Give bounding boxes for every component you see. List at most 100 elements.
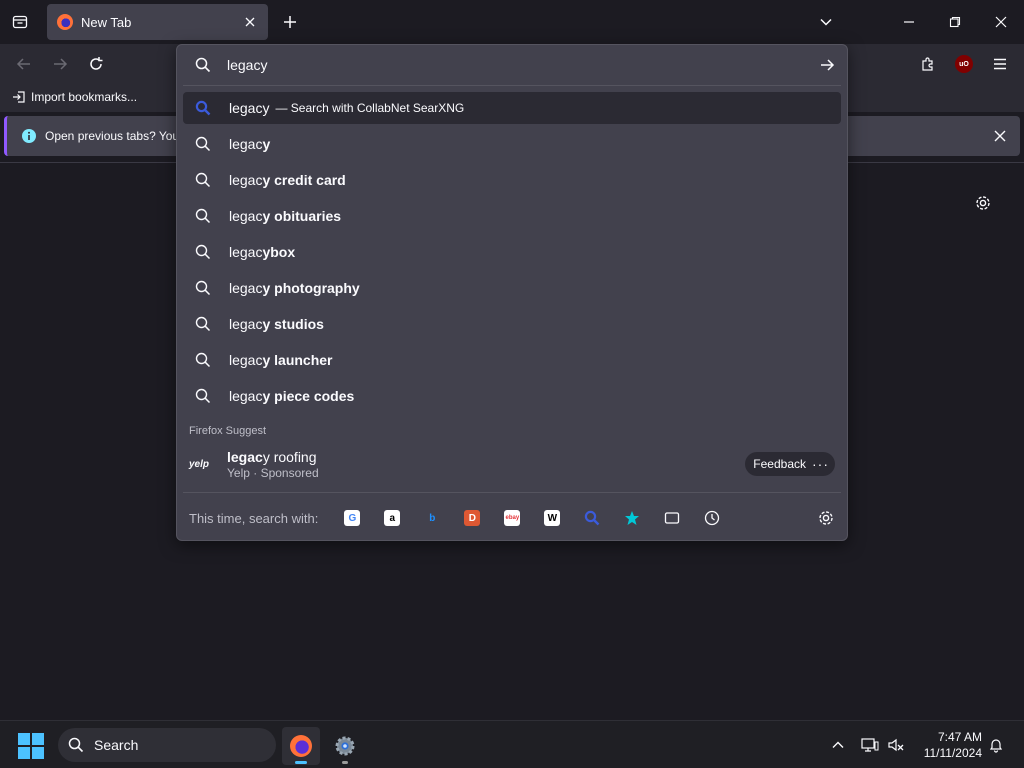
searxng-engine-button[interactable] [572, 504, 612, 532]
show-hidden-icons-button[interactable] [828, 735, 848, 755]
taskbar-firefox-app[interactable] [282, 727, 320, 765]
search-suggestion[interactable]: legac y launcher [183, 344, 841, 376]
arrow-right-icon [821, 59, 835, 71]
notification-close-button[interactable] [990, 126, 1010, 146]
network-tray-button[interactable] [860, 735, 880, 755]
google-engine-icon: G [344, 510, 361, 526]
gear-icon [819, 511, 833, 525]
one-off-search-buttons: This time, search with: Ga b Debay W [177, 501, 847, 535]
result-action-text: — Search with CollabNet SearXNG [275, 101, 465, 115]
firefox-view-icon [12, 15, 28, 29]
tab-new-tab[interactable]: New Tab [47, 4, 268, 40]
back-button[interactable] [12, 52, 36, 76]
suggestion-typed: legac [229, 136, 263, 152]
urlbar [177, 45, 847, 85]
sponsored-title-bold: legac [227, 448, 263, 465]
sponsored-suggestion[interactable]: yelp legacy roofing Yelp · Sponsored Fee… [183, 443, 841, 485]
urlbar-separator [183, 85, 841, 86]
volume-tray-button[interactable] [886, 735, 906, 755]
amazon-engine-button[interactable]: a [372, 504, 412, 532]
forward-button[interactable] [48, 52, 72, 76]
google-engine-button[interactable]: G [332, 504, 372, 532]
windows-taskbar: Search 7:47 AM 11/11/2024 [0, 720, 1024, 768]
taskbar-search-label: Search [94, 737, 139, 753]
new-tab-button[interactable] [278, 10, 302, 34]
hamburger-menu-icon [994, 58, 1006, 70]
firefox-view-button[interactable] [8, 10, 32, 34]
chevron-down-icon [820, 18, 832, 26]
taskbar-clock[interactable]: 7:47 AM 11/11/2024 [912, 729, 982, 761]
search-icon [195, 352, 211, 368]
search-suggestion[interactable]: legac y credit card [183, 164, 841, 196]
feedback-button[interactable]: Feedback ··· [745, 452, 835, 476]
suggestion-completion: y piece codes [262, 388, 355, 404]
searxng-engine-icon [585, 510, 600, 526]
suggestion-typed: legac [229, 208, 263, 224]
tab-close-icon[interactable] [242, 14, 258, 30]
searxng-icon [195, 100, 211, 116]
search-suggestion[interactable]: legac y photography [183, 272, 841, 304]
suggestion-typed: legac [229, 388, 263, 404]
search-suggestion[interactable]: legac y piece codes [183, 380, 841, 412]
ublock-origin-button[interactable]: uO [952, 52, 976, 76]
search-suggestion[interactable]: legac y [183, 128, 841, 160]
urlbar-input[interactable] [227, 55, 787, 75]
minimize-button[interactable] [897, 10, 921, 34]
more-options-icon[interactable]: ··· [812, 456, 829, 472]
sponsored-text: legacy roofing Yelp · Sponsored [227, 449, 319, 480]
amazon-engine-icon: a [384, 510, 401, 526]
list-all-tabs-button[interactable] [814, 10, 838, 34]
search-suggestion[interactable]: legac y obituaries [183, 200, 841, 232]
close-icon [994, 130, 1006, 142]
suggestion-typed: legac [229, 172, 263, 188]
wikipedia-engine-button[interactable]: W [532, 504, 572, 532]
bing-engine-button[interactable]: b [412, 504, 452, 532]
reload-button[interactable] [84, 52, 108, 76]
close-window-button[interactable] [989, 10, 1013, 34]
go-button[interactable] [817, 55, 837, 75]
search-icon [195, 388, 211, 404]
suggestion-typed: legac [229, 244, 263, 260]
import-bookmarks-button[interactable]: Import bookmarks... [12, 90, 137, 104]
firefox-favicon-icon [57, 14, 73, 30]
suggestion-completion: ybox [262, 244, 296, 260]
arrow-left-icon [16, 58, 30, 70]
taskbar-settings-app[interactable] [326, 727, 364, 765]
yelp-logo-icon: yelp [189, 458, 210, 470]
clock-time: 7:47 AM [937, 730, 982, 744]
duckduckgo-engine-icon: D [464, 510, 481, 526]
puzzle-icon [922, 57, 933, 71]
chevron-up-icon [832, 741, 844, 748]
search-icon [195, 57, 211, 73]
tabs-search-button[interactable] [652, 504, 692, 532]
close-icon [995, 16, 1007, 28]
suggestion-typed: legac [229, 352, 263, 368]
one-off-label: This time, search with: [189, 510, 319, 526]
gear-icon [976, 196, 990, 210]
suggestion-completion: y photography [262, 280, 360, 296]
search-icon [195, 136, 211, 152]
reload-icon [90, 57, 103, 70]
settings-gear-icon [335, 736, 355, 756]
tab-icon [665, 512, 680, 524]
ebay-engine-button[interactable]: ebay [492, 504, 532, 532]
search-suggestion[interactable]: legac y studios [183, 308, 841, 340]
sponsored-title: legacy roofing [227, 449, 319, 465]
newtab-settings-button[interactable] [972, 192, 994, 214]
taskbar-search-box[interactable]: Search [58, 728, 276, 762]
notifications-button[interactable] [986, 735, 1006, 755]
extensions-button[interactable] [916, 52, 940, 76]
search-suggestion[interactable]: legac ybox [183, 236, 841, 268]
start-button[interactable] [18, 733, 44, 759]
search-settings-button[interactable] [815, 507, 837, 529]
running-app-indicator [342, 761, 348, 764]
app-menu-button[interactable] [988, 52, 1012, 76]
restore-icon [949, 16, 961, 28]
windows-logo-icon [18, 733, 30, 745]
history-search-button[interactable] [692, 504, 732, 532]
feedback-label: Feedback [753, 457, 806, 471]
bookmarks-search-button[interactable] [612, 504, 652, 532]
duckduckgo-engine-button[interactable]: D [452, 504, 492, 532]
restore-button[interactable] [943, 10, 967, 34]
result-search-with-engine[interactable]: legacy — Search with CollabNet SearXNG [183, 92, 841, 124]
